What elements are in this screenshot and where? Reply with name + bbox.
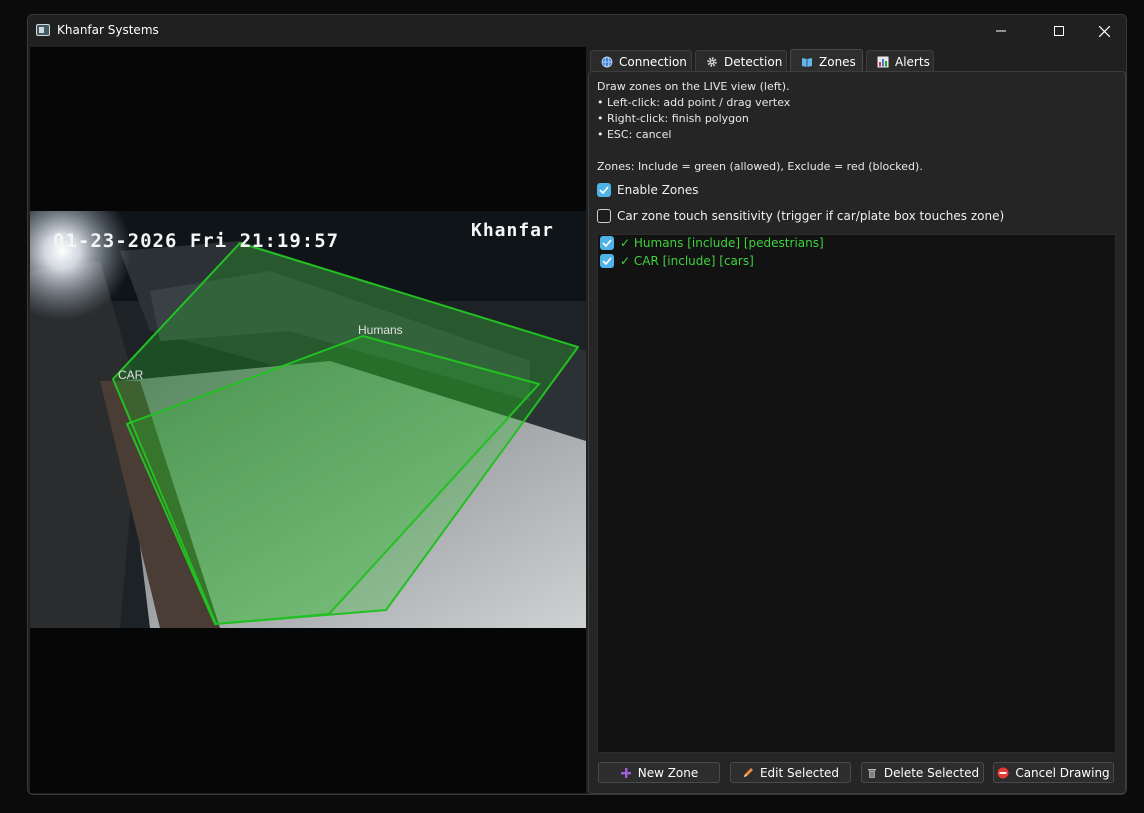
new-zone-label: New Zone <box>637 765 699 780</box>
zone-list-text: ✓ CAR [include] [cars] <box>620 254 754 268</box>
car-touch-checkbox[interactable]: Car zone touch sensitivity (trigger if c… <box>597 209 1004 223</box>
minimize-icon <box>996 30 1006 32</box>
zone-label-humans: Humans <box>358 323 403 337</box>
globe-icon <box>601 56 613 68</box>
instruction-line: • Right-click: finish polygon <box>597 112 749 125</box>
tab-alerts[interactable]: Alerts <box>866 50 934 73</box>
minimize-button[interactable] <box>978 15 1024 47</box>
zones-legend: Zones: Include = green (allowed), Exclud… <box>597 160 923 173</box>
trash-icon <box>867 768 876 778</box>
zone-list-item-humans[interactable]: ✓ Humans [include] [pedestrians] <box>600 236 824 250</box>
maximize-button[interactable] <box>1036 15 1082 47</box>
tab-connection[interactable]: Connection <box>590 50 692 73</box>
app-window: Khanfar Systems 01-23-2026 Fri 21:19:57 … <box>27 14 1127 795</box>
edit-selected-button[interactable]: Edit Selected <box>730 762 851 783</box>
tab-label: Zones <box>819 55 856 69</box>
delete-selected-label: Delete Selected <box>883 765 980 780</box>
tab-label: Alerts <box>895 55 930 69</box>
tab-label: Detection <box>724 55 783 69</box>
tab-detection[interactable]: Detection <box>695 50 787 73</box>
camera-scene <box>30 211 586 628</box>
camera-overlay-name: Khanfar <box>471 220 554 241</box>
camera-timestamp: 01-23-2026 Fri 21:19:57 <box>53 230 340 252</box>
app-icon <box>36 24 50 36</box>
zone-list-item-car[interactable]: ✓ CAR [include] [cars] <box>600 254 754 268</box>
zone-label-car: CAR <box>118 368 144 382</box>
instruction-line: • ESC: cancel <box>597 128 672 141</box>
window-title: Khanfar Systems <box>57 23 159 37</box>
enable-zones-label: Enable Zones <box>617 183 699 197</box>
zone-list-text: ✓ Humans [include] [pedestrians] <box>620 236 824 250</box>
checkbox-checked-icon[interactable] <box>597 183 611 197</box>
cancel-drawing-label: Cancel Drawing <box>1015 765 1110 780</box>
plus-icon <box>620 767 631 778</box>
new-zone-button[interactable]: New Zone <box>598 762 720 783</box>
gear-icon <box>707 57 717 67</box>
edit-selected-label: Edit Selected <box>759 765 840 780</box>
checkbox-checked-icon[interactable] <box>600 254 614 268</box>
enable-zones-checkbox[interactable]: Enable Zones <box>597 183 699 197</box>
car-touch-label: Car zone touch sensitivity (trigger if c… <box>617 209 1005 223</box>
title-bar[interactable]: Khanfar Systems <box>28 15 1126 47</box>
zones-tab-content: Draw zones on the LIVE view (left). • Le… <box>588 71 1126 794</box>
instruction-line: • Left-click: add point / drag vertex <box>597 96 791 109</box>
checkbox-checked-icon[interactable] <box>600 236 614 250</box>
delete-selected-button[interactable]: Delete Selected <box>861 762 984 783</box>
close-icon <box>1098 25 1110 37</box>
maximize-icon <box>1054 26 1064 36</box>
stop-icon <box>997 767 1009 778</box>
chart-icon <box>877 56 889 68</box>
camera-feed[interactable]: 01-23-2026 Fri 21:19:57 Khanfar Humans C… <box>30 211 586 628</box>
tab-label: Connection <box>619 55 687 69</box>
cancel-drawing-button[interactable]: Cancel Drawing <box>993 762 1114 783</box>
close-button[interactable] <box>1081 15 1126 47</box>
instruction-line: Draw zones on the LIVE view (left). <box>597 80 790 93</box>
zone-list[interactable]: ✓ Humans [include] [pedestrians] ✓ CAR [… <box>597 234 1116 753</box>
book-icon <box>802 58 812 67</box>
checkbox-unchecked-icon[interactable] <box>597 209 611 223</box>
live-view[interactable]: 01-23-2026 Fri 21:19:57 Khanfar Humans C… <box>30 47 586 793</box>
control-panel: Connection Detection Zones Alerts Draw z… <box>588 47 1126 794</box>
pencil-icon <box>743 767 753 777</box>
